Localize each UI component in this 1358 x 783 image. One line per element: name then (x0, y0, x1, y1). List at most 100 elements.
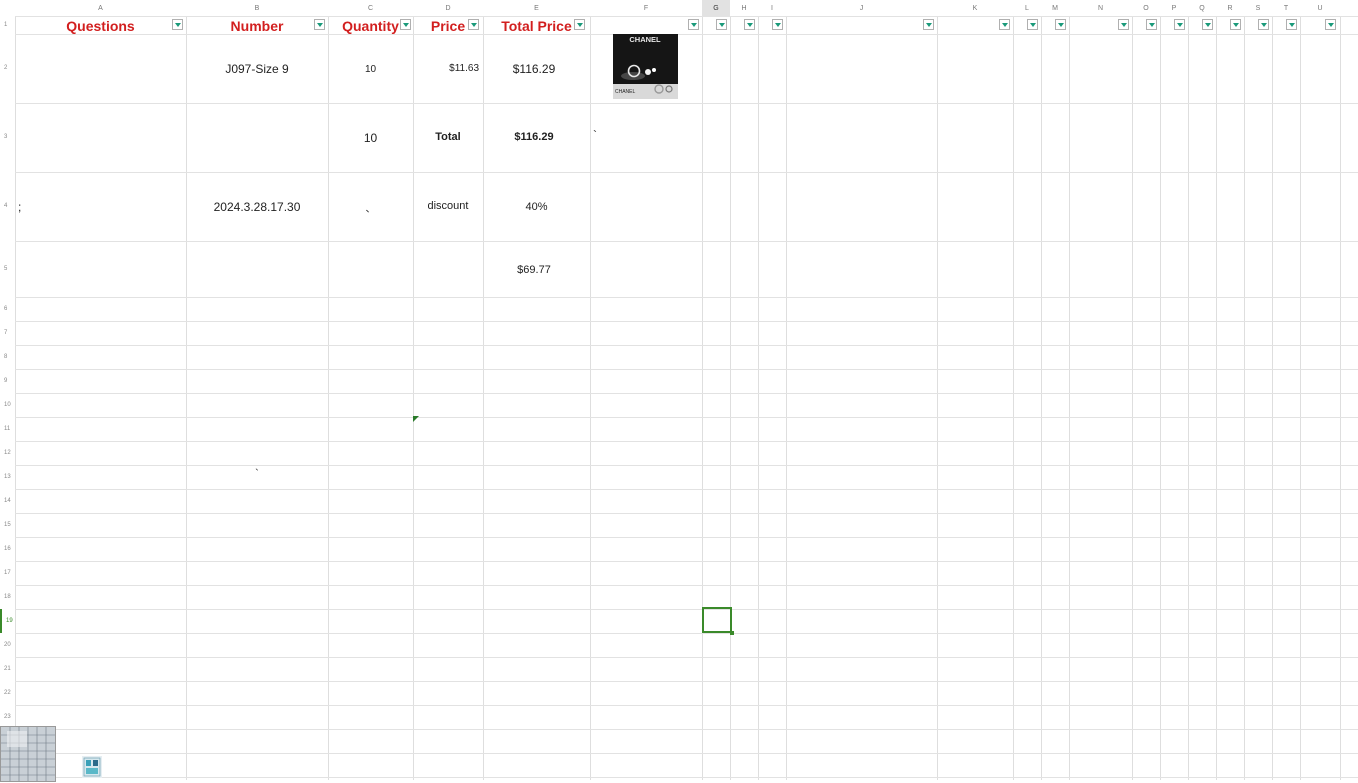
row-header-17[interactable]: 17 (0, 561, 15, 585)
cell-d4[interactable]: discount (413, 200, 483, 212)
column-header-k[interactable]: K (937, 0, 1013, 16)
column-gridline (1272, 16, 1273, 780)
row-gridline (15, 585, 1358, 586)
filter-dropdown-icon[interactable] (314, 19, 325, 30)
row-header-18[interactable]: 18 (0, 585, 15, 609)
cell-e2[interactable]: $116.29 (483, 62, 585, 76)
filter-dropdown-icon[interactable] (574, 19, 585, 30)
filter-dropdown-icon[interactable] (744, 19, 755, 30)
filter-dropdown-icon[interactable] (1055, 19, 1066, 30)
row-gridline (15, 393, 1358, 394)
column-header-m[interactable]: M (1041, 0, 1069, 16)
brand-bottom-label: CHANEL (615, 89, 636, 95)
column-header-i[interactable]: I (758, 0, 786, 16)
filter-dropdown-icon[interactable] (1286, 19, 1297, 30)
row-header-15[interactable]: 15 (0, 513, 15, 537)
column-header-n[interactable]: N (1069, 0, 1132, 16)
column-header-c[interactable]: C (328, 0, 413, 16)
column-header-j[interactable]: J (786, 0, 937, 16)
row-header-16[interactable]: 16 (0, 537, 15, 561)
column-header-g[interactable]: G (702, 0, 730, 16)
filter-dropdown-icon[interactable] (1202, 19, 1213, 30)
column-header-p[interactable]: P (1160, 0, 1188, 16)
filter-dropdown-icon[interactable] (1118, 19, 1129, 30)
filter-dropdown-icon[interactable] (400, 19, 411, 30)
row-gridline (15, 241, 1358, 242)
row-header-11[interactable]: 11 (0, 417, 15, 441)
row-header-7[interactable]: 7 (0, 321, 15, 345)
cell-b13[interactable]: ` (186, 468, 328, 480)
cell-f3[interactable]: ` (593, 128, 603, 142)
cell-c3[interactable]: 10 (328, 131, 413, 145)
filter-dropdown-icon[interactable] (1174, 19, 1185, 30)
sheet-thumbnail[interactable] (0, 726, 56, 782)
cell-c2[interactable]: 10 (328, 64, 413, 75)
row-header-22[interactable]: 22 (0, 681, 15, 705)
row-header-3[interactable]: 3 (0, 103, 15, 172)
filter-dropdown-icon[interactable] (772, 19, 783, 30)
row-header-2[interactable]: 2 (0, 34, 15, 103)
filter-dropdown-icon[interactable] (1230, 19, 1241, 30)
column-header-t[interactable]: T (1272, 0, 1300, 16)
column-header-r[interactable]: R (1216, 0, 1244, 16)
column-header-a[interactable]: A (15, 0, 186, 16)
row-header-5[interactable]: 5 (0, 241, 15, 297)
row-header-8[interactable]: 8 (0, 345, 15, 369)
row-header-12[interactable]: 12 (0, 441, 15, 465)
column-header-h[interactable]: H (730, 0, 758, 16)
product-image[interactable]: CHANEL CHANEL (613, 34, 678, 99)
row-header-14[interactable]: 14 (0, 489, 15, 513)
column-header-b[interactable]: B (186, 0, 328, 16)
spreadsheet[interactable]: ABCDEFGHIJKLMNOPQRSTU 1 2 3 4 5 6 7 8 9 10 11 12 13 1… (0, 0, 1358, 782)
row-header-6[interactable]: 6 (0, 297, 15, 321)
column-header-q[interactable]: Q (1188, 0, 1216, 16)
filter-dropdown-icon[interactable] (999, 19, 1010, 30)
column-gridline (1013, 16, 1014, 780)
row-header-10[interactable]: 10 (0, 393, 15, 417)
row-gridline (15, 657, 1358, 658)
column-header-d[interactable]: D (413, 0, 483, 16)
filter-dropdown-icon[interactable] (716, 19, 727, 30)
column-header-f[interactable]: F (590, 0, 702, 16)
column-header-l[interactable]: L (1013, 0, 1041, 16)
cell-c4[interactable]: 、 (328, 200, 413, 215)
header-number[interactable]: Number (186, 16, 328, 34)
row-header-21[interactable]: 21 (0, 657, 15, 681)
row-gridline (15, 345, 1358, 346)
filter-dropdown-icon[interactable] (923, 19, 934, 30)
row-header-19[interactable]: 19 (0, 609, 15, 633)
row-gridline (15, 465, 1358, 466)
brand-top-label: CHANEL (629, 35, 661, 44)
column-header-e[interactable]: E (483, 0, 590, 16)
filter-dropdown-icon[interactable] (468, 19, 479, 30)
header-questions[interactable]: Questions (15, 16, 186, 34)
column-header-u[interactable]: U (1300, 0, 1340, 16)
column-header-s[interactable]: S (1244, 0, 1272, 16)
cell-b4[interactable]: 2024.3.28.17.30 (186, 200, 328, 214)
cell-d3[interactable]: Total (413, 131, 483, 143)
row-header-9[interactable]: 9 (0, 369, 15, 393)
filter-dropdown-icon[interactable] (1027, 19, 1038, 30)
filter-dropdown-icon[interactable] (688, 19, 699, 30)
column-gridline (937, 16, 938, 780)
cell-a4[interactable]: ; (18, 200, 38, 214)
cell-e4[interactable]: 40% (483, 201, 590, 213)
active-cell-selection[interactable] (702, 607, 734, 635)
row-header-4[interactable]: 4 (0, 172, 15, 241)
filter-dropdown-icon[interactable] (1258, 19, 1269, 30)
row-gridline (15, 441, 1358, 442)
cell-e5[interactable]: $69.77 (483, 264, 585, 276)
row-header-20[interactable]: 20 (0, 633, 15, 657)
row-header-13[interactable]: 13 (0, 465, 15, 489)
column-gridline (1340, 16, 1341, 780)
filter-dropdown-icon[interactable] (1146, 19, 1157, 30)
row-gridline (15, 753, 1358, 754)
filter-dropdown-icon[interactable] (172, 19, 183, 30)
filter-dropdown-icon[interactable] (1325, 19, 1336, 30)
row-header-1[interactable]: 1 (0, 16, 15, 34)
app-icon[interactable] (82, 756, 102, 778)
cell-e3[interactable]: $116.29 (483, 131, 585, 143)
cell-d2[interactable]: $11.63 (413, 63, 483, 74)
cell-b2[interactable]: J097-Size 9 (186, 62, 328, 76)
column-header-o[interactable]: O (1132, 0, 1160, 16)
